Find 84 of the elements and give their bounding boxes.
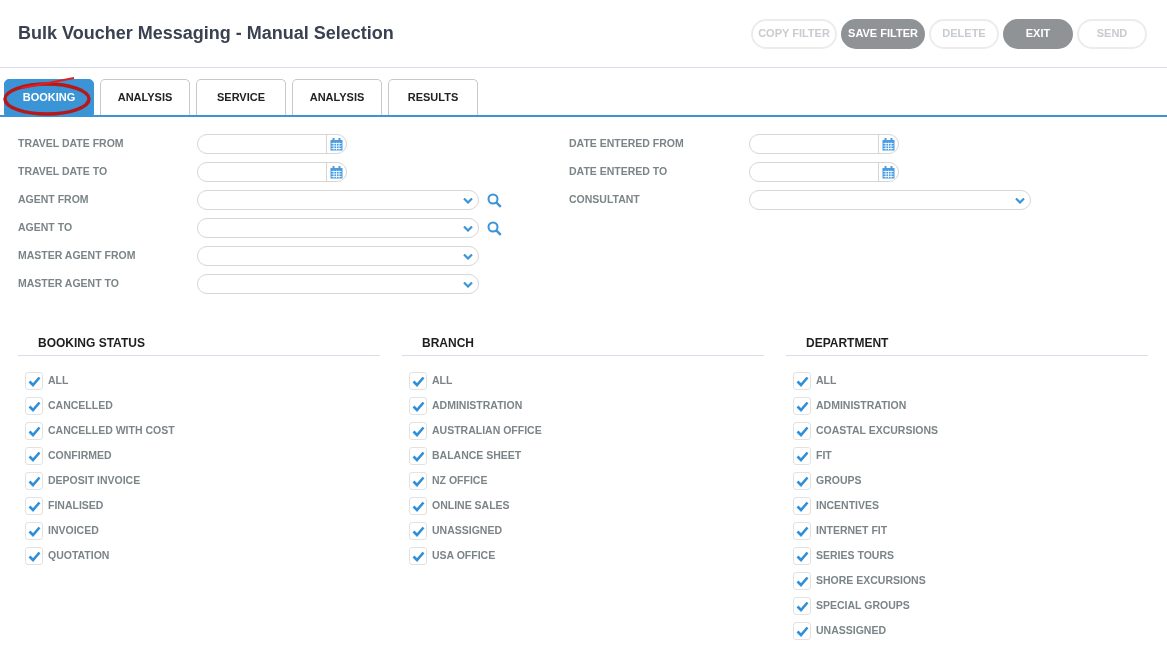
chevron-down-icon: [463, 196, 473, 204]
checkbox-label: CONFIRMED: [48, 448, 112, 464]
checkbox[interactable]: [793, 497, 811, 515]
section-heading: BOOKING STATUS: [38, 336, 145, 350]
checkbox-label: ONLINE SALES: [432, 498, 510, 514]
checkbox-label: INCENTIVES: [816, 498, 879, 514]
checkbox[interactable]: [409, 447, 427, 465]
checkbox-label: NZ OFFICE: [432, 473, 488, 489]
checkbox-label: ALL: [48, 373, 69, 389]
checkbox-label: UNASSIGNED: [432, 523, 502, 539]
checkbox[interactable]: [409, 547, 427, 565]
chevron-down-icon: [1015, 196, 1025, 204]
toolbar-button[interactable]: SAVE FILTER: [841, 18, 925, 49]
checkbox[interactable]: [25, 472, 43, 490]
checkbox-label: CANCELLED: [48, 398, 113, 414]
checkbox-label: QUOTATION: [48, 548, 110, 564]
field-label: TRAVEL DATE TO: [18, 164, 109, 180]
checkbox-label: SERIES TOURS: [816, 548, 894, 564]
checkbox[interactable]: [793, 447, 811, 465]
checkbox[interactable]: [793, 422, 811, 440]
checkbox[interactable]: [409, 397, 427, 415]
checkbox[interactable]: [793, 472, 811, 490]
field-label: AGENT FROM: [18, 192, 90, 208]
checkbox-label: SHORE EXCURSIONS: [816, 573, 926, 589]
checkbox-label: ALL: [432, 373, 453, 389]
calendar-icon[interactable]: [882, 137, 895, 151]
field-label: CONSULTANT: [569, 192, 641, 208]
field-label: TRAVEL DATE FROM: [18, 136, 125, 152]
checkbox[interactable]: [25, 497, 43, 515]
checkbox[interactable]: [25, 447, 43, 465]
checkbox[interactable]: [409, 522, 427, 540]
field-label: DATE ENTERED FROM: [569, 136, 685, 152]
checkbox-label: DEPOSIT INVOICE: [48, 473, 141, 489]
checkbox-label: ALL: [816, 373, 837, 389]
checkbox[interactable]: [793, 372, 811, 390]
checkbox-label: FINALISED: [48, 498, 104, 514]
tab[interactable]: SERVICE: [196, 79, 286, 115]
checkbox-label: INTERNET FIT: [816, 523, 888, 539]
checkbox-label: AUSTRALIAN OFFICE: [432, 423, 542, 439]
checkbox[interactable]: [25, 522, 43, 540]
checkbox[interactable]: [25, 547, 43, 565]
tab[interactable]: ANALYSIS: [100, 79, 190, 115]
chevron-down-icon: [463, 252, 473, 260]
toolbar-button[interactable]: EXIT: [1003, 18, 1073, 49]
checkbox[interactable]: [409, 422, 427, 440]
field-label: AGENT TO: [18, 220, 74, 236]
checkbox[interactable]: [793, 547, 811, 565]
chevron-down-icon: [463, 280, 473, 288]
checkbox-label: INVOICED: [48, 523, 99, 539]
calendar-icon[interactable]: [330, 137, 343, 151]
checkbox[interactable]: [793, 522, 811, 540]
checkbox[interactable]: [409, 472, 427, 490]
section-heading: BRANCH: [422, 336, 474, 350]
checkbox[interactable]: [793, 597, 811, 615]
search-icon[interactable]: [487, 220, 502, 236]
checkbox-label: SPECIAL GROUPS: [816, 598, 910, 614]
checkbox[interactable]: [409, 372, 427, 390]
checkbox-label: UNASSIGNED: [816, 623, 886, 639]
checkbox[interactable]: [793, 622, 811, 640]
checkbox[interactable]: [25, 372, 43, 390]
search-icon[interactable]: [487, 192, 502, 208]
calendar-icon[interactable]: [882, 165, 895, 179]
field-label: MASTER AGENT TO: [18, 276, 120, 292]
tab[interactable]: ANALYSIS: [292, 79, 382, 115]
page-title: Bulk Voucher Messaging - Manual Selection: [18, 22, 394, 45]
checkbox[interactable]: [25, 422, 43, 440]
checkbox[interactable]: [25, 397, 43, 415]
field-label: MASTER AGENT FROM: [18, 248, 137, 264]
checkbox-label: BALANCE SHEET: [432, 448, 522, 464]
checkbox-label: GROUPS: [816, 473, 862, 489]
checkbox-label: FIT: [816, 448, 832, 464]
section-heading: DEPARTMENT: [806, 336, 889, 350]
checkbox[interactable]: [409, 497, 427, 515]
checkbox-label: USA OFFICE: [432, 548, 496, 564]
calendar-icon[interactable]: [330, 165, 343, 179]
tab[interactable]: RESULTS: [388, 79, 478, 115]
checkbox-label: ADMINISTRATION: [432, 398, 523, 414]
chevron-down-icon: [463, 224, 473, 232]
checkbox[interactable]: [793, 572, 811, 590]
field-label: DATE ENTERED TO: [569, 164, 669, 180]
checkbox[interactable]: [793, 397, 811, 415]
checkbox-label: CANCELLED WITH COST: [48, 423, 175, 439]
checkbox-label: COASTAL EXCURSIONS: [816, 423, 939, 439]
checkbox-label: ADMINISTRATION: [816, 398, 907, 414]
